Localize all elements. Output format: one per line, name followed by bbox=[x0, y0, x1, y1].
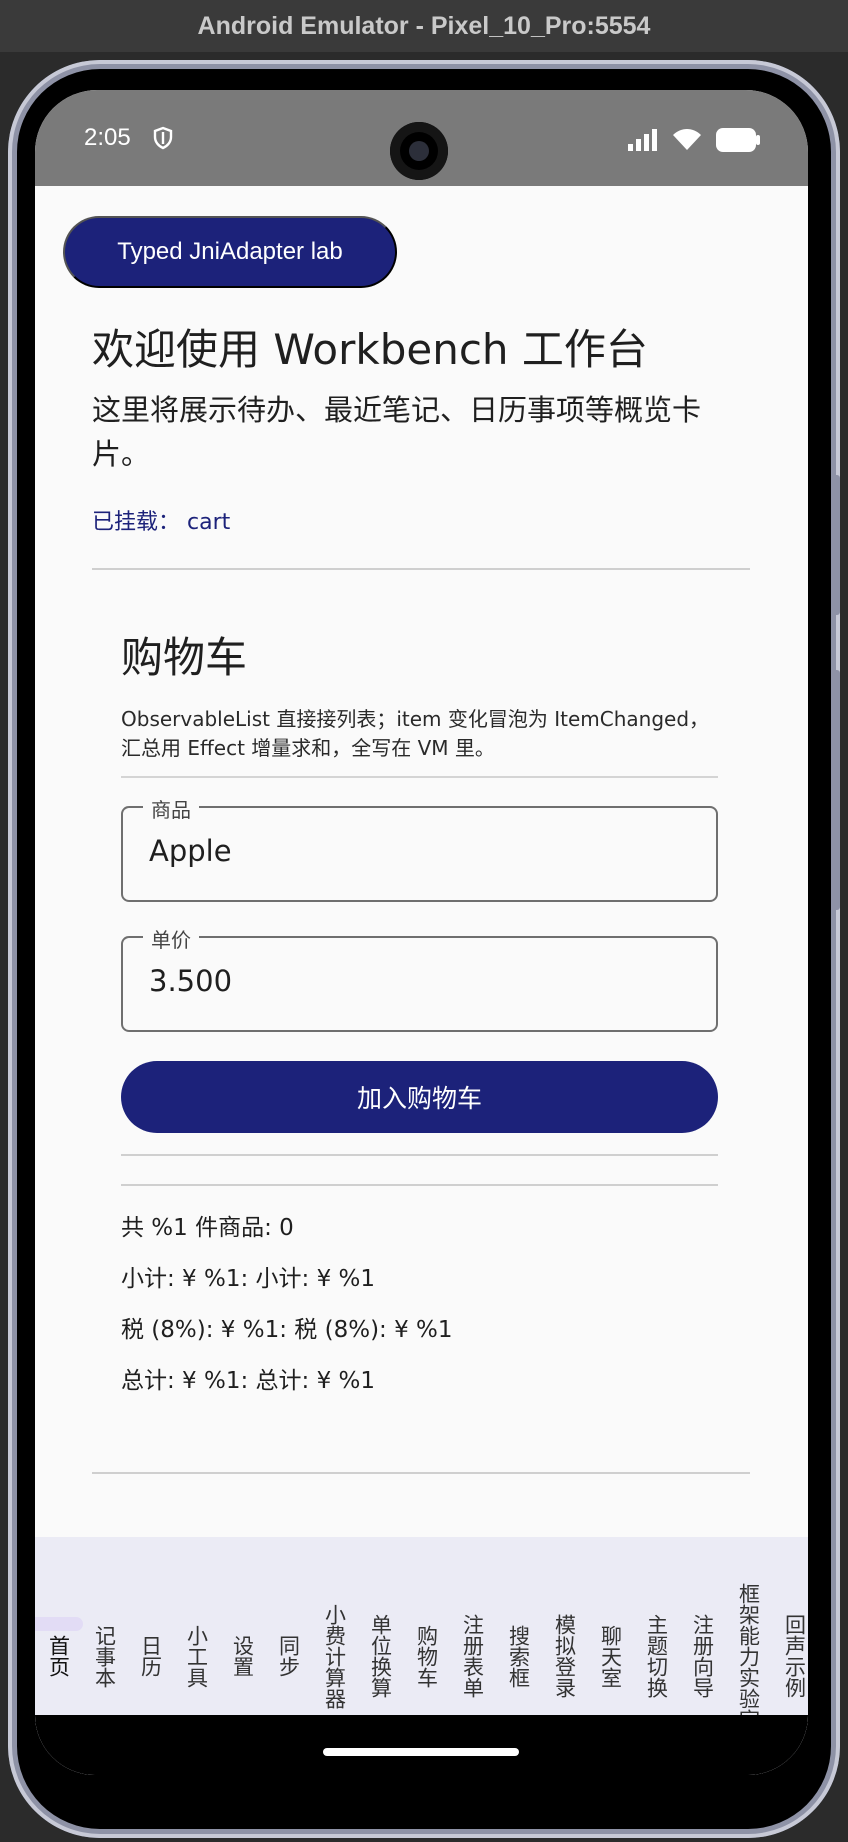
home-indicator[interactable] bbox=[323, 1748, 519, 1756]
add-to-cart-button[interactable]: 加入购物车 bbox=[121, 1061, 718, 1133]
cart-title: 购物车 bbox=[121, 633, 248, 682]
cart-divider bbox=[121, 776, 718, 778]
device-screen: 2:05 Typed JniAdapter lab 欢迎使用 Workbench bbox=[35, 90, 808, 1775]
status-icons bbox=[628, 128, 760, 152]
nav-label: 日历 bbox=[138, 1635, 163, 1677]
nav-label: 购物车 bbox=[414, 1624, 439, 1688]
total: 总计: ¥ %1: 总计: ¥ %1 bbox=[121, 1368, 376, 1394]
shield-icon bbox=[153, 126, 173, 150]
main-content: Typed JniAdapter lab 欢迎使用 Workbench 工作台 … bbox=[35, 186, 808, 1631]
signal-icon bbox=[628, 129, 657, 151]
nav-label: 注册表单 bbox=[460, 1614, 485, 1698]
volume-button bbox=[832, 670, 840, 910]
welcome-description: 这里将展示待办、最近笔记、日历事项等概览卡片。 bbox=[92, 393, 702, 471]
price-field-label: 单价 bbox=[143, 924, 199, 953]
status-bar: 2:05 bbox=[35, 90, 808, 186]
section-divider bbox=[92, 568, 750, 570]
item-count: 共 %1 件商品: 0 bbox=[121, 1215, 294, 1241]
emulator-title-bar: Android Emulator - Pixel_10_Pro:5554 bbox=[0, 0, 848, 52]
power-button bbox=[832, 475, 840, 615]
nav-label: 单位换算 bbox=[368, 1614, 393, 1698]
nav-label: 小费计算器 bbox=[322, 1603, 347, 1709]
battery-icon bbox=[716, 128, 760, 152]
product-input[interactable] bbox=[149, 834, 689, 868]
welcome-title: 欢迎使用 Workbench 工作台 bbox=[92, 325, 648, 374]
nav-label: 框架能力实验室 bbox=[736, 1582, 761, 1730]
price-field[interactable]: 单价 bbox=[121, 924, 718, 1032]
nav-label: 记事本 bbox=[92, 1624, 117, 1688]
subtotal: 小计: ¥ %1: 小计: ¥ %1 bbox=[121, 1266, 376, 1292]
gesture-area bbox=[35, 1715, 808, 1775]
status-time: 2:05 bbox=[84, 124, 131, 151]
nav-label: 设置 bbox=[230, 1635, 255, 1677]
tax: 税 (8%): ¥ %1: 税 (8%): ¥ %1 bbox=[121, 1317, 453, 1343]
cart-divider-2 bbox=[121, 1154, 718, 1156]
cart-divider-3 bbox=[121, 1184, 718, 1186]
bottom-divider bbox=[92, 1472, 750, 1474]
nav-label: 搜索框 bbox=[506, 1624, 531, 1688]
nav-label: 主题切换 bbox=[644, 1614, 669, 1698]
cart-description: ObservableList 直接接列表；item 变化冒泡为 ItemChan… bbox=[121, 707, 710, 760]
product-field[interactable]: 商品 bbox=[121, 794, 718, 902]
nav-label: 同步 bbox=[276, 1635, 301, 1677]
nav-label: 小工具 bbox=[184, 1624, 209, 1688]
nav-active-indicator bbox=[35, 1617, 83, 1631]
emulator-title: Android Emulator - Pixel_10_Pro:5554 bbox=[197, 11, 651, 40]
price-input[interactable] bbox=[149, 964, 689, 998]
nav-label: 聊天室 bbox=[598, 1624, 623, 1688]
camera-cutout bbox=[390, 122, 448, 180]
wifi-icon bbox=[673, 129, 701, 150]
nav-label: 回声示例 bbox=[782, 1614, 807, 1698]
nav-label: 首页 bbox=[46, 1635, 71, 1677]
nav-label: 模拟登录 bbox=[552, 1614, 577, 1698]
typed-jni-adapter-lab-button[interactable]: Typed JniAdapter lab bbox=[63, 216, 397, 288]
product-field-label: 商品 bbox=[143, 794, 199, 823]
mounted-label: 已挂载： cart bbox=[92, 510, 231, 535]
nav-label: 注册向导 bbox=[690, 1614, 715, 1698]
